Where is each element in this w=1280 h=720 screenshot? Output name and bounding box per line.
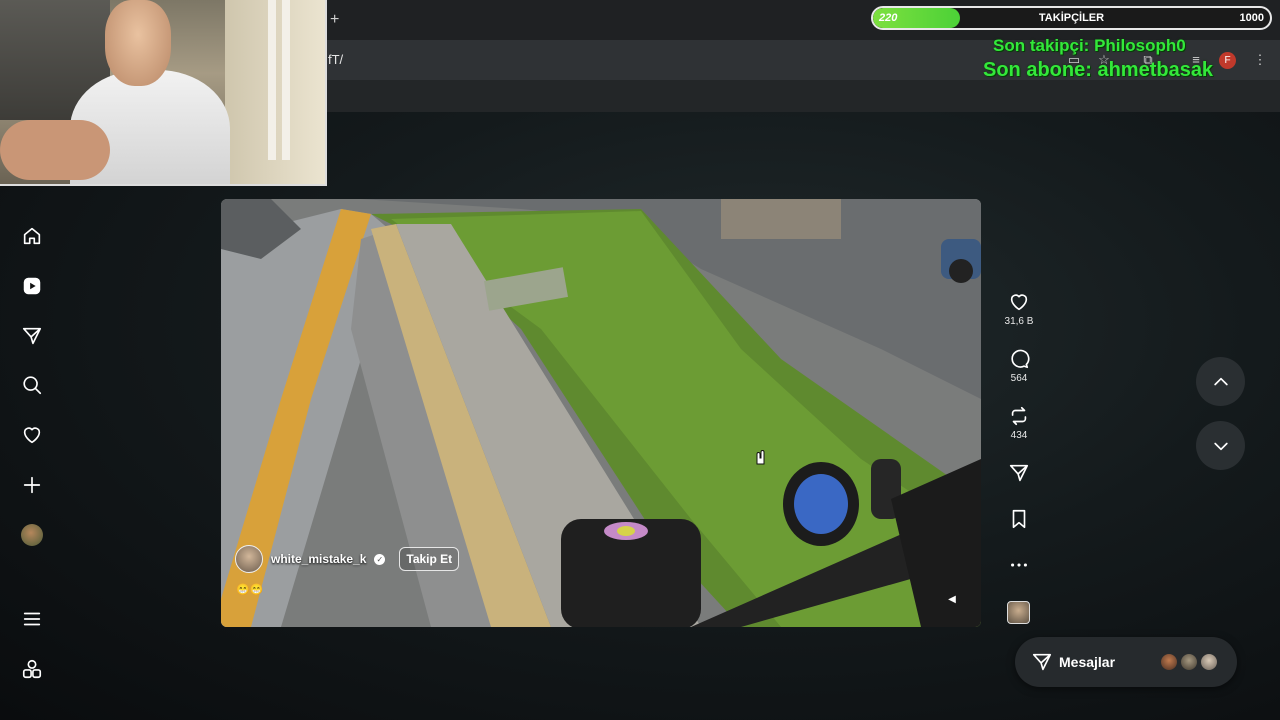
- more-options-button[interactable]: [1003, 554, 1035, 576]
- followers-goal: 1000: [1239, 12, 1264, 24]
- comment-count: 564: [1010, 373, 1028, 384]
- messages-label: Mesajlar: [1059, 654, 1116, 670]
- home-icon: [23, 227, 41, 245]
- more-menu-icon: [23, 612, 41, 626]
- repost-button[interactable]: 434: [1003, 405, 1035, 441]
- address-bar-text[interactable]: fT/: [328, 52, 343, 67]
- create-icon: [23, 476, 41, 494]
- more-options-icon: [1011, 563, 1027, 567]
- repost-count: 434: [1010, 430, 1028, 441]
- messages-icon: [22, 327, 42, 345]
- webcam-person-arm: [0, 120, 110, 180]
- messages-panel-button[interactable]: Mesajlar: [1015, 637, 1237, 687]
- followers-title: TAKİPÇİLER: [1038, 12, 1105, 24]
- nav-messages[interactable]: [20, 324, 44, 348]
- last-subscriber-text: Son abone: ahmetbasak: [983, 59, 1214, 81]
- search-icon: [23, 376, 42, 395]
- webcam-pipe: [268, 0, 276, 160]
- new-tab-button[interactable]: +: [330, 12, 344, 28]
- nav-notifications[interactable]: [20, 423, 44, 447]
- chevron-down-icon: [1213, 442, 1228, 450]
- like-button[interactable]: 31,6 B: [1003, 291, 1035, 327]
- heart-icon: [23, 427, 41, 444]
- screen: + fT/ ▭ ☆ ⧉ ≡ F ⋮ 220 TAKİPÇİLER 1000 So…: [0, 0, 1280, 720]
- message-avatar: [1199, 652, 1219, 672]
- share-icon: [1009, 464, 1029, 482]
- nav-more[interactable]: [20, 607, 44, 631]
- audio-thumbnail[interactable]: [1007, 601, 1030, 624]
- reel-video[interactable]: white_mistake_k ✓ Takip Et 😁😁 ◀: [221, 199, 981, 627]
- browser-profile-avatar[interactable]: F: [1219, 52, 1236, 69]
- next-reel-button[interactable]: [1196, 421, 1245, 470]
- profile-avatar: [21, 524, 43, 546]
- author-username[interactable]: white_mistake_k: [271, 552, 366, 566]
- webcam-feed: [0, 0, 327, 186]
- share-button[interactable]: [1003, 462, 1035, 484]
- nav-reels[interactable]: [20, 274, 44, 298]
- bookmark-icon: [1012, 509, 1026, 529]
- follow-button[interactable]: Takip Et: [399, 547, 460, 571]
- reels-icon: [23, 277, 41, 295]
- previous-reel-button[interactable]: [1196, 357, 1245, 406]
- comment-icon: [1011, 349, 1030, 369]
- save-button[interactable]: [1003, 508, 1035, 530]
- message-avatar: [1179, 652, 1199, 672]
- like-count: 31,6 B: [1004, 316, 1034, 327]
- nav-create[interactable]: [20, 473, 44, 497]
- mute-icon[interactable]: ◀: [945, 593, 959, 607]
- verified-badge-icon: ✓: [374, 553, 386, 565]
- followers-goal-bar: 220 TAKİPÇİLER 1000: [871, 6, 1272, 30]
- webcam-pipe: [282, 0, 290, 160]
- mouse-cursor-icon: [756, 450, 765, 465]
- reel-caption: 😁😁: [236, 584, 264, 596]
- author-avatar[interactable]: [235, 545, 263, 573]
- message-avatar: [1159, 652, 1179, 672]
- nav-also-from-meta[interactable]: [20, 657, 44, 681]
- reel-author: white_mistake_k ✓ Takip Et: [235, 545, 460, 573]
- chevron-up-icon: [1213, 377, 1228, 385]
- nav-profile[interactable]: [20, 523, 44, 547]
- nav-search[interactable]: [20, 373, 44, 397]
- comment-button[interactable]: 564: [1003, 348, 1035, 384]
- nav-home[interactable]: [20, 224, 44, 248]
- browser-menu-icon[interactable]: ⋮: [1252, 52, 1268, 68]
- repost-icon: [1011, 406, 1027, 426]
- heart-icon: [1010, 294, 1028, 311]
- also-from-meta-icon: [22, 659, 42, 679]
- webcam-person-head: [105, 0, 171, 86]
- last-follower-text: Son takipçi: Philosoph0: [993, 36, 1186, 55]
- messages-icon: [1032, 653, 1052, 671]
